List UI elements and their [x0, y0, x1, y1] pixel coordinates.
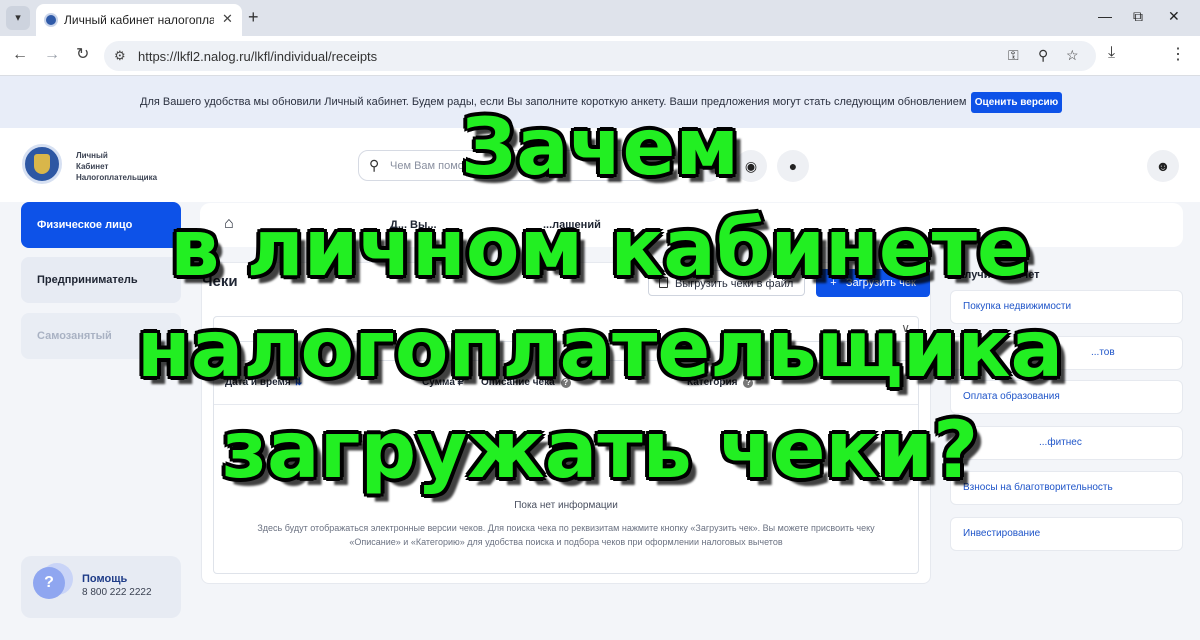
star-icon[interactable]: ☆	[1066, 47, 1079, 64]
empty-state-description: Здесь будут отображаться электронные вер…	[257, 523, 875, 547]
key-icon[interactable]: ⚿	[1008, 47, 1019, 64]
site-info-icon[interactable]: ⚙	[114, 48, 126, 64]
url-text[interactable]: https://lkfl2.nalog.ru/lkfl/individual/r…	[138, 49, 377, 64]
headline-line: Зачем	[460, 103, 740, 193]
close-icon[interactable]: ✕	[222, 11, 233, 27]
zoom-icon[interactable]: ⚲	[1038, 47, 1048, 64]
tab-list-icon[interactable]: ▾	[6, 6, 30, 30]
help-card[interactable]: ? Помощь 8 800 222 2222	[21, 556, 181, 618]
browser-tab[interactable]: Личный кабинет налогоплательщика ✕	[36, 4, 242, 36]
close-window-icon[interactable]: ✕	[1168, 8, 1180, 25]
back-arrow-icon[interactable]: ←	[12, 45, 28, 65]
minimize-icon[interactable]: —	[1098, 8, 1112, 24]
help-title: Помощь	[82, 573, 128, 585]
deduction-link[interactable]: Инвестирование	[950, 517, 1183, 551]
question-bubble-icon: ?	[33, 567, 65, 599]
tab-title: Личный кабинет налогоплательщика	[64, 13, 214, 27]
forward-arrow-icon[interactable]: →	[44, 45, 60, 65]
headline-line: загружать чеки?	[221, 406, 979, 496]
headline-line: налогоплательщика	[136, 305, 1064, 395]
help-phone: 8 800 222 2222	[82, 587, 152, 598]
kebab-menu-icon[interactable]: ⋮	[1170, 44, 1186, 64]
browser-toolbar: ← → ↻ ⚙ https://lkfl2.nalog.ru/lkfl/indi…	[0, 36, 1200, 76]
restore-icon[interactable]: ⧉	[1133, 8, 1143, 25]
browser-tab-bar: ▾ Личный кабинет налогоплательщика ✕ + —…	[0, 0, 1200, 36]
site-favicon-icon	[44, 13, 58, 27]
headline-line: в личном кабинете	[170, 204, 1030, 294]
download-icon[interactable]: ⤓	[1108, 44, 1115, 62]
address-bar[interactable]: ⚙ https://lkfl2.nalog.ru/lkfl/individual…	[104, 41, 1096, 71]
headline-overlay: Зачем в личном кабинете налогоплательщик…	[0, 98, 1200, 502]
plus-icon[interactable]: +	[248, 6, 259, 28]
reload-icon[interactable]: ↻	[76, 45, 89, 65]
